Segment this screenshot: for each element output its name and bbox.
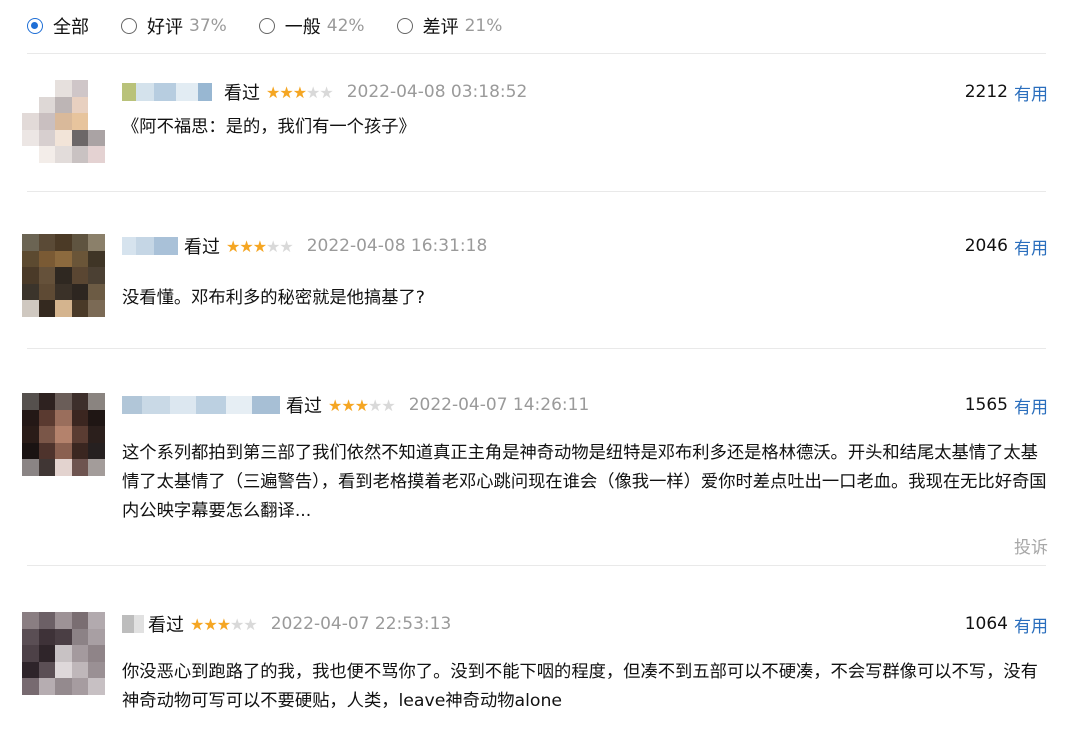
seen-label: 看过 <box>224 83 260 104</box>
useful-button[interactable]: 有用 <box>1014 393 1048 418</box>
filter-neutral-percent: 42% <box>326 16 365 36</box>
comment-meta: 看过 ★★★ ★★ 2022-04-08 03:18:52 <box>122 80 527 104</box>
comment-meta: 看过 ★★★ ★★ 2022-04-07 22:53:13 <box>122 612 451 636</box>
vote-count: 1064 <box>964 614 1008 634</box>
filter-negative[interactable]: 差评 21% <box>396 13 503 39</box>
divider <box>27 565 1046 566</box>
filter-all[interactable]: 全部 <box>27 13 89 39</box>
comment-item: 看过 ★★★ ★★ 2022-04-07 22:53:13 1064 有用 你没恶… <box>22 612 1048 722</box>
avatar[interactable] <box>22 80 105 163</box>
avatar[interactable] <box>22 612 105 695</box>
vote-area: 2212 有用 <box>964 80 1048 105</box>
comment-item: 看过 ★★★ ★★ 2022-04-08 16:31:18 2046 有用 没看懂… <box>22 234 1048 324</box>
radio-unchecked-icon[interactable] <box>396 18 413 34</box>
rating-stars: ★★★ ★★ <box>226 236 294 256</box>
filter-negative-label: 差评 <box>422 17 459 38</box>
seen-label: 看过 <box>148 615 184 636</box>
radio-checked-icon[interactable] <box>27 18 43 34</box>
rating-filter-bar: 全部 好评 37% 一般 42% 差评 21% <box>27 12 534 40</box>
comment-time: 2022-04-08 16:31:18 <box>306 236 488 256</box>
vote-area: 1064 有用 <box>964 612 1048 637</box>
divider <box>27 348 1046 349</box>
username-blurred[interactable] <box>122 615 144 633</box>
rating-stars: ★★★ ★★ <box>266 82 334 102</box>
radio-unchecked-icon[interactable] <box>121 18 137 34</box>
filter-neutral[interactable]: 一般 42% <box>258 13 365 39</box>
filter-negative-percent: 21% <box>464 16 503 36</box>
seen-label: 看过 <box>286 396 322 417</box>
comment-item: 看过 ★★★ ★★ 2022-04-07 14:26:11 1565 有用 这个系… <box>22 393 1048 563</box>
filter-positive-label: 好评 <box>147 17 183 38</box>
comment-text: 你没恶心到跑路了的我，我也便不骂你了。没到不能下咽的程度，但凑不到五部可以不硬凑… <box>122 662 1038 711</box>
comment-time: 2022-04-08 03:18:52 <box>346 82 528 102</box>
useful-button[interactable]: 有用 <box>1014 234 1048 259</box>
vote-area: 2046 有用 <box>964 234 1048 259</box>
comment-text: 《阿不福思：是的，我们有一个孩子》 <box>122 117 416 137</box>
filter-positive[interactable]: 好评 37% <box>121 13 227 39</box>
comment-text: 没看懂。邓布利多的秘密就是他搞基了? <box>122 288 425 308</box>
vote-count: 2046 <box>964 236 1008 256</box>
vote-count: 2212 <box>964 82 1008 102</box>
comment-item: 看过 ★★★ ★★ 2022-04-08 03:18:52 2212 有用 《阿不… <box>22 80 1048 170</box>
report-button[interactable]: 投诉 <box>1014 533 1048 558</box>
filter-positive-percent: 37% <box>189 16 227 36</box>
radio-unchecked-icon[interactable] <box>258 18 275 34</box>
comment-meta: 看过 ★★★ ★★ 2022-04-07 14:26:11 <box>122 393 589 417</box>
useful-button[interactable]: 有用 <box>1014 612 1048 637</box>
vote-count: 1565 <box>964 395 1008 415</box>
comment-time: 2022-04-07 14:26:11 <box>408 395 590 415</box>
filter-all-label: 全部 <box>53 17 89 38</box>
divider <box>27 53 1046 54</box>
divider <box>27 191 1046 192</box>
avatar[interactable] <box>22 393 105 476</box>
rating-stars: ★★★ ★★ <box>190 614 258 634</box>
avatar[interactable] <box>22 234 105 317</box>
username-blurred[interactable] <box>122 396 280 414</box>
seen-label: 看过 <box>184 237 220 258</box>
rating-stars: ★★★ ★★ <box>328 395 396 415</box>
useful-button[interactable]: 有用 <box>1014 80 1048 105</box>
comment-meta: 看过 ★★★ ★★ 2022-04-08 16:31:18 <box>122 234 487 258</box>
comment-time: 2022-04-07 22:53:13 <box>270 614 452 634</box>
username-blurred[interactable] <box>122 83 218 101</box>
filter-neutral-label: 一般 <box>284 17 321 38</box>
vote-area: 1565 有用 <box>964 393 1048 418</box>
username-blurred[interactable] <box>122 237 178 255</box>
comment-text: 这个系列都拍到第三部了我们依然不知道真正主角是神奇动物是纽特是邓布利多还是格林德… <box>122 443 1047 521</box>
